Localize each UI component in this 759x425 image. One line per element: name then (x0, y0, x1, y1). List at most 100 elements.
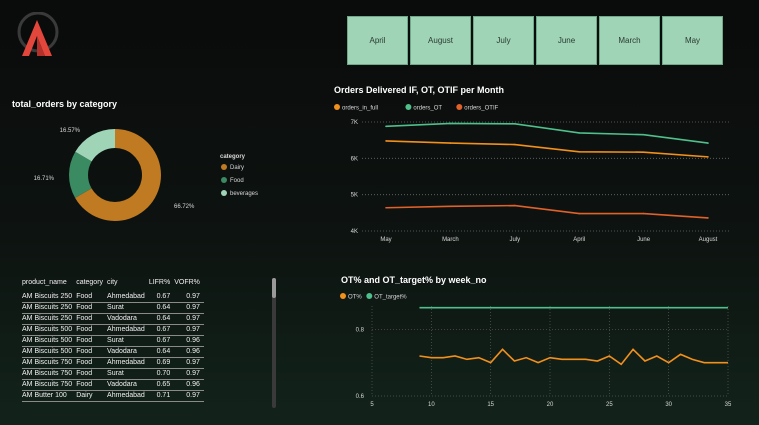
table-scrollbar[interactable] (272, 278, 276, 408)
table-row[interactable]: AM Butter 100 Dairy Ahmedabad 0.71 0.97 (22, 390, 204, 402)
ot-line-chart: OT% OT_target% 5 10 15 20 25 30 35 0.6 0.8 (340, 293, 732, 408)
table-cell: AM Butter 100 (22, 390, 77, 402)
data-point-orders_in_full[interactable] (707, 156, 709, 158)
month-button-march[interactable]: March (599, 16, 660, 65)
table-cell: Food (76, 346, 108, 358)
series-line-orders_OTIF[interactable] (385, 204, 709, 219)
table-cell: Ahmedabad (107, 390, 149, 402)
legend-label-dairy[interactable]: Dairy (230, 165, 244, 171)
ot-chart-title: OT% and OT_target% by week_no (341, 275, 487, 285)
table-row[interactable]: AM Biscuits 500 Food Vadodara 0.64 0.96 (22, 346, 204, 358)
donut-chart: 66.72% 16.71% 16.57% category Dairy Food bever… (34, 128, 258, 221)
table-cell: AM Biscuits 250 (22, 302, 77, 314)
table-row[interactable]: AM Biscuits 250 Food Vadodara 0.64 0.97 (22, 313, 204, 325)
data-point-orders_OTIF[interactable] (642, 212, 645, 215)
table-row[interactable]: AM Biscuits 500 Food Ahmedabad 0.67 0.97 (22, 324, 204, 336)
legend-label-beverages[interactable]: beverages (230, 191, 258, 197)
legend-label-OT%[interactable]: OT% (348, 295, 362, 301)
month-button-august[interactable]: August (410, 16, 471, 65)
data-point-orders_OT[interactable] (449, 122, 452, 125)
table-cell: Vadodara (107, 313, 149, 325)
table-cell: Ahmedabad (107, 357, 149, 369)
legend-label-OT_target%[interactable]: OT_target% (374, 295, 407, 301)
data-point-orders_OTIF[interactable] (707, 217, 709, 219)
product-table: product_name category city LIFR% VOFR% AM Bi… (22, 275, 204, 402)
donut-label-dairy: 66.72% (174, 204, 195, 210)
table-cell: 0.96 (174, 346, 204, 358)
table-cell: 0.96 (174, 379, 204, 391)
orders-line-chart: orders_in_full orders_OT orders_OTIF 4K 5K 6K… (334, 104, 730, 243)
column-header-vofr[interactable]: VOFR% (174, 275, 204, 292)
data-point-orders_OTIF[interactable] (514, 204, 516, 207)
column-header-product_name[interactable]: product_name (22, 275, 76, 292)
legend-label-food[interactable]: Food (230, 178, 244, 184)
table-cell: Food (76, 368, 108, 380)
data-point-orders_OT[interactable] (642, 133, 645, 136)
legend-marker-orders_OT (405, 104, 412, 110)
table-cell: 0.70 (148, 368, 175, 380)
y-tick-label: 0.6 (356, 394, 365, 400)
donut-legend-title: category (220, 154, 246, 160)
data-point-orders_in_full[interactable] (385, 140, 387, 142)
month-button-may[interactable]: May (662, 16, 723, 65)
y-tick-label: 5K (351, 193, 358, 199)
table-cell: Vadodara (107, 346, 149, 358)
x-tick-label: 30 (665, 402, 672, 408)
table-cell: 0.64 (148, 313, 175, 325)
data-point-orders_OTIF[interactable] (578, 212, 580, 215)
data-point-orders_OT[interactable] (707, 142, 709, 144)
data-point-orders_OTIF[interactable] (385, 206, 387, 209)
data-point-orders_OT[interactable] (385, 125, 387, 128)
table-row[interactable]: AM Biscuits 250 Food Surat 0.64 0.97 (22, 302, 204, 314)
x-tick-label: March (442, 237, 459, 243)
table-cell: 0.97 (174, 313, 204, 325)
legend-label-orders_OT[interactable]: orders_OT (413, 106, 442, 112)
y-tick-label: 0.8 (356, 327, 365, 333)
table-cell: 0.96 (174, 335, 204, 347)
table-cell: Ahmedabad (107, 324, 149, 336)
table-cell: Food (76, 313, 108, 325)
scrollbar-thumb[interactable] (272, 278, 276, 298)
data-point-orders_in_full[interactable] (449, 142, 452, 144)
table-cell: 0.67 (148, 335, 175, 347)
series-line-OT%[interactable] (419, 348, 728, 366)
table-cell: Food (76, 357, 108, 369)
table-cell: AM Biscuits 500 (22, 335, 77, 347)
legend-label-orders_in_full[interactable]: orders_in_full (342, 106, 378, 112)
legend-label-orders_OTIF[interactable]: orders_OTIF (464, 106, 498, 112)
table-cell: 0.97 (174, 292, 204, 303)
table-row[interactable]: AM Biscuits 750 Food Ahmedabad 0.69 0.97 (22, 357, 204, 369)
legend-marker-OT% (340, 293, 346, 299)
data-point-orders_in_full[interactable] (578, 150, 580, 153)
data-point-orders_OT[interactable] (514, 123, 516, 125)
donut-label-food: 16.71% (34, 176, 55, 182)
data-point-orders_OT[interactable] (578, 132, 580, 134)
legend-marker-OT_target% (366, 293, 373, 299)
y-tick-label: 6K (351, 156, 358, 162)
table-cell: 0.67 (148, 324, 175, 336)
table-row[interactable]: AM Biscuits 750 Food Vadodara 0.65 0.96 (22, 379, 204, 391)
x-tick-label: August (699, 237, 718, 243)
month-button-june[interactable]: June (536, 16, 597, 65)
month-button-july[interactable]: July (473, 16, 534, 65)
table-row[interactable]: AM Biscuits 750 Food Surat 0.70 0.97 (22, 368, 204, 380)
x-tick-label: 10 (428, 402, 435, 408)
series-line-orders_OT[interactable] (385, 122, 709, 144)
column-header-category[interactable]: category (76, 275, 107, 292)
column-header-city[interactable]: city (107, 275, 149, 292)
table-cell: Ahmedabad (107, 292, 149, 303)
y-tick-label: 4K (351, 229, 358, 235)
table-row[interactable]: AM Biscuits 500 Food Surat 0.67 0.96 (22, 335, 204, 347)
data-point-orders_in_full[interactable] (514, 143, 516, 146)
series-line-orders_in_full[interactable] (385, 140, 709, 158)
column-header-lifr[interactable]: LIFR% (149, 275, 174, 292)
table-cell: 0.97 (174, 390, 204, 402)
data-point-orders_in_full[interactable] (642, 151, 645, 153)
month-button-april[interactable]: April (347, 16, 408, 65)
table-cell: Food (76, 302, 108, 314)
x-tick-label: 25 (606, 402, 613, 408)
orders-chart-title: Orders Delivered IF, OT, OTIF per Month (334, 85, 505, 95)
table-cell: Surat (107, 368, 149, 380)
data-point-orders_OTIF[interactable] (449, 205, 452, 208)
table-row[interactable]: AM Biscuits 250 Food Ahmedabad 0.67 0.97 (22, 292, 204, 303)
